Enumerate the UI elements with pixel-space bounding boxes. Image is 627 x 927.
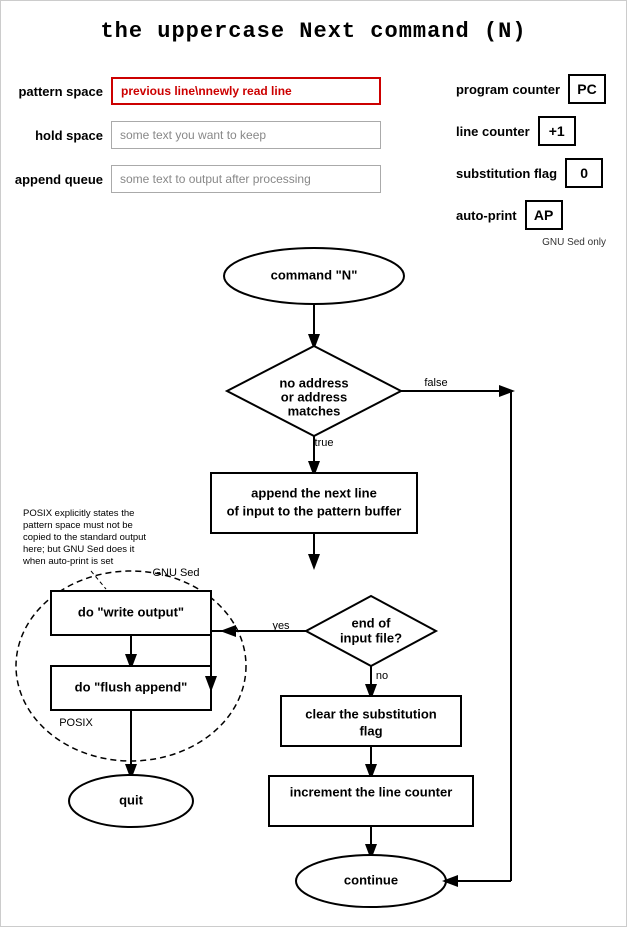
page-title: the uppercase Next command (N): [1, 1, 626, 54]
program-counter-row: program counter PC: [456, 73, 606, 105]
svg-text:no: no: [376, 670, 388, 682]
svg-text:no address: no address: [279, 375, 348, 390]
hold-space-label: hold space: [1, 128, 111, 143]
flowchart: command "N" no address or address matche…: [1, 236, 627, 916]
substitution-flag-label: substitution flag: [456, 166, 557, 181]
append-queue-label: append queue: [1, 172, 111, 187]
svg-text:quit: quit: [119, 792, 143, 807]
svg-text:pattern space must not be: pattern space must not be: [23, 520, 133, 531]
line-counter-row: line counter +1: [456, 115, 606, 147]
page: the uppercase Next command (N) pattern s…: [0, 0, 627, 927]
line-counter-value: +1: [538, 116, 576, 146]
svg-text:or address: or address: [281, 389, 347, 404]
svg-text:input file?: input file?: [340, 630, 402, 645]
svg-text:copied to the standard output: copied to the standard output: [23, 532, 146, 543]
svg-text:clear the substitution: clear the substitution: [305, 706, 437, 721]
svg-text:end of: end of: [352, 615, 392, 630]
svg-text:flag: flag: [359, 723, 382, 738]
auto-print-row: auto-print AP: [456, 199, 606, 231]
auto-print-value: AP: [525, 200, 563, 230]
program-counter-value: PC: [568, 74, 606, 104]
substitution-flag-value: 0: [565, 158, 603, 188]
append-queue-value: some text to output after processing: [111, 165, 381, 193]
right-registers-panel: program counter PC line counter +1 subst…: [456, 73, 606, 248]
svg-text:POSIX explicitly states the: POSIX explicitly states the: [23, 508, 134, 519]
svg-text:of input to the pattern buffer: of input to the pattern buffer: [227, 503, 402, 518]
program-counter-label: program counter: [456, 82, 560, 97]
command-n-label: command "N": [271, 267, 358, 282]
auto-print-label: auto-print: [456, 208, 517, 223]
svg-text:matches: matches: [288, 403, 341, 418]
svg-text:false: false: [424, 377, 447, 389]
substitution-flag-row: substitution flag 0: [456, 157, 606, 189]
line-counter-label: line counter: [456, 124, 530, 139]
svg-text:do "write output": do "write output": [78, 604, 184, 619]
pattern-space-value: previous line\nnewly read line: [111, 77, 381, 105]
svg-text:do "flush append": do "flush append": [75, 679, 188, 694]
svg-text:GNU Sed: GNU Sed: [152, 567, 199, 579]
svg-text:true: true: [315, 437, 334, 449]
svg-text:append the next line: append the next line: [251, 485, 377, 500]
svg-text:POSIX: POSIX: [59, 717, 93, 729]
svg-text:continue: continue: [344, 872, 398, 887]
pattern-space-label: pattern space: [1, 84, 111, 99]
svg-text:increment the line counter: increment the line counter: [290, 784, 453, 799]
hold-space-value: some text you want to keep: [111, 121, 381, 149]
svg-text:here; but GNU Sed does it: here; but GNU Sed does it: [23, 544, 135, 555]
svg-text:when auto-print is set: when auto-print is set: [22, 556, 114, 567]
